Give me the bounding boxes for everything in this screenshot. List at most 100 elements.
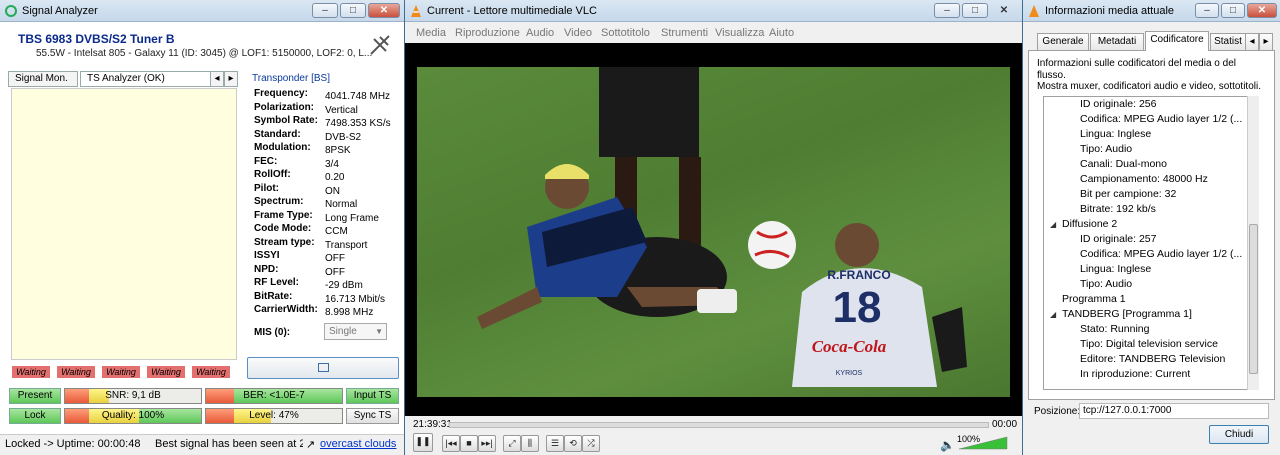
- menu-playback[interactable]: Riproduzione: [455, 27, 520, 39]
- tree-scrollbar-thumb[interactable]: [1249, 224, 1258, 374]
- jersey-brand: KYRIOS: [836, 370, 863, 377]
- tree-item[interactable]: Codifica: MPEG Audio layer 1/2 (...: [1080, 113, 1242, 125]
- seek-bar[interactable]: [449, 422, 989, 428]
- speaker-icon[interactable]: 🔈: [940, 438, 955, 452]
- minimize-button[interactable]: –: [312, 3, 338, 18]
- satellite-logo-icon: [370, 35, 390, 55]
- signal-analyzer-titlebar[interactable]: Signal Analyzer – □ ✕: [0, 0, 404, 22]
- vlc-cone-icon: [1029, 5, 1039, 17]
- tab-ts-analyzer[interactable]: TS Analyzer (OK): [80, 71, 212, 87]
- property-label: BitRate:: [254, 290, 293, 302]
- tree-item[interactable]: ID originale: 256: [1080, 98, 1156, 110]
- tree-scrollbar[interactable]: [1247, 96, 1259, 390]
- menu-view[interactable]: Visualizza: [715, 27, 764, 39]
- media-info-titlebar[interactable]: Informazioni media attuale – □ ✕: [1023, 0, 1280, 22]
- playback-controls: 21:39:31 00:00 ❚❚ |◂◂ ■ ▸▸| ⤢ ⫼ ☰ ⟲ ⤮ 🔈 …: [405, 416, 1022, 455]
- minimize-button[interactable]: –: [934, 3, 960, 18]
- menu-help[interactable]: Aiuto: [769, 27, 794, 39]
- tree-item[interactable]: Campionamento: 48000 Hz: [1080, 173, 1208, 185]
- fullscreen-button[interactable]: ⤢: [503, 435, 521, 452]
- tree-item[interactable]: Bit per campione: 32: [1080, 188, 1176, 200]
- tree-item[interactable]: Lingua: Inglese: [1080, 263, 1151, 275]
- close-dialog-button[interactable]: Chiudi: [1209, 425, 1269, 444]
- menu-audio[interactable]: Audio: [526, 27, 554, 39]
- tab-scroll-left-button[interactable]: ◂: [1245, 33, 1259, 51]
- shuffle-button[interactable]: ⤮: [582, 435, 600, 452]
- ber-meter: BER: <1.0E-7: [205, 388, 343, 404]
- tree-item[interactable]: Lingua: Inglese: [1080, 128, 1151, 140]
- window-title: Signal Analyzer: [22, 5, 98, 17]
- expand-arrow-icon[interactable]: ◢: [1050, 310, 1056, 319]
- tree-item[interactable]: TANDBERG [Programma 1]: [1062, 308, 1192, 320]
- sync-ts-button[interactable]: Sync TS: [346, 408, 399, 424]
- maximize-button[interactable]: □: [340, 3, 366, 18]
- codec-description: Informazioni sulle codificatori del medi…: [1037, 58, 1236, 81]
- tuner-title: TBS 6983 DVBS/S2 Tuner B: [18, 32, 175, 46]
- maximize-button[interactable]: □: [962, 3, 988, 18]
- property-value: DVB-S2: [325, 131, 362, 143]
- jersey-sponsor: Coca-Cola: [812, 337, 887, 356]
- menu-video[interactable]: Video: [564, 27, 592, 39]
- tab-scroll-right-button[interactable]: ▸: [1259, 33, 1273, 51]
- analyzer-action-button[interactable]: [247, 357, 399, 379]
- tree-item[interactable]: Editore: TANDBERG Television: [1080, 353, 1225, 365]
- tree-item[interactable]: In riproduzione: Current: [1080, 368, 1190, 380]
- tab-general[interactable]: Generale: [1037, 33, 1089, 51]
- playlist-button[interactable]: ☰: [546, 435, 564, 452]
- property-value: 7498.353 KS/s: [325, 118, 391, 129]
- next-button[interactable]: ▸▸|: [478, 435, 496, 452]
- position-field[interactable]: tcp://127.0.0.1:7000: [1079, 403, 1269, 419]
- video-area[interactable]: 18 R.FRANCO Coca-Cola KYRIOS: [405, 43, 1022, 416]
- stop-icon: ■: [466, 438, 472, 448]
- elapsed-time: 21:39:31: [413, 419, 452, 430]
- close-button[interactable]: ✕: [989, 3, 1019, 18]
- snr-label: SNR: 9,1 dB: [105, 390, 161, 401]
- minimize-button[interactable]: –: [1195, 3, 1219, 18]
- tree-item[interactable]: ID originale: 257: [1080, 233, 1156, 245]
- codec-tree[interactable]: ID originale: 256 Codifica: MPEG Audio la…: [1043, 96, 1253, 390]
- menu-tools[interactable]: Strumenti: [661, 27, 708, 39]
- tab-metadata[interactable]: Metadati: [1090, 33, 1144, 51]
- tree-item[interactable]: Codifica: MPEG Audio layer 1/2 (...: [1080, 248, 1242, 260]
- weather-link[interactable]: overcast clouds: [320, 438, 396, 450]
- media-info-window: Informazioni media attuale – □ ✕ General…: [1023, 0, 1280, 455]
- extended-settings-button[interactable]: ⫼: [521, 435, 539, 452]
- pause-button[interactable]: ❚❚: [413, 433, 433, 452]
- level-meter: Level: 47%: [205, 408, 343, 424]
- tree-item[interactable]: Canali: Dual-mono: [1080, 158, 1167, 170]
- menu-media[interactable]: Media: [416, 27, 446, 39]
- vlc-titlebar[interactable]: Current - Lettore multimediale VLC – □ ✕: [405, 0, 1022, 22]
- stop-button[interactable]: ■: [460, 435, 478, 452]
- mis-select[interactable]: Single ▼: [324, 323, 387, 340]
- tree-item[interactable]: Bitrate: 192 kb/s: [1080, 203, 1156, 215]
- status-message: Best signal has been seen at 2019: [155, 438, 303, 450]
- property-label: ISSYI: [254, 250, 280, 261]
- close-button[interactable]: ✕: [1247, 3, 1277, 18]
- tree-item[interactable]: Tipo: Digital television service: [1080, 338, 1218, 350]
- maximize-button[interactable]: □: [1221, 3, 1245, 18]
- tree-item[interactable]: Diffusione 2: [1062, 218, 1117, 230]
- menu-subtitle[interactable]: Sottotitolo: [601, 27, 650, 39]
- tab-signal-monitor[interactable]: Signal Mon.: [8, 71, 78, 87]
- tree-item[interactable]: Tipo: Audio: [1080, 278, 1132, 290]
- previous-button[interactable]: |◂◂: [442, 435, 460, 452]
- jersey-name: R.FRANCO: [827, 268, 890, 282]
- loop-button[interactable]: ⟲: [564, 435, 582, 452]
- volume-gauge: [958, 436, 1008, 450]
- property-label: Code Mode:: [254, 223, 312, 234]
- property-label: FEC:: [254, 155, 278, 167]
- volume-slider[interactable]: 100%: [957, 434, 1009, 450]
- tree-item[interactable]: Tipo: Audio: [1080, 143, 1132, 155]
- expand-arrow-icon[interactable]: ◢: [1050, 220, 1056, 229]
- ts-analyzer-panel: [11, 88, 237, 360]
- close-button[interactable]: ✕: [368, 3, 400, 18]
- property-value: 8.998 MHz: [325, 307, 374, 318]
- property-label: Stream type:: [254, 236, 315, 248]
- tab-codec[interactable]: Codificatore: [1145, 31, 1209, 51]
- tab-statistics[interactable]: Statist: [1210, 33, 1246, 51]
- video-frame: 18 R.FRANCO Coca-Cola KYRIOS: [417, 67, 1010, 397]
- tab-prev-button[interactable]: ◂: [210, 71, 224, 87]
- tree-item[interactable]: Programma 1: [1062, 293, 1126, 305]
- tab-next-button[interactable]: ▸: [224, 71, 238, 87]
- tree-item[interactable]: Stato: Running: [1080, 323, 1149, 335]
